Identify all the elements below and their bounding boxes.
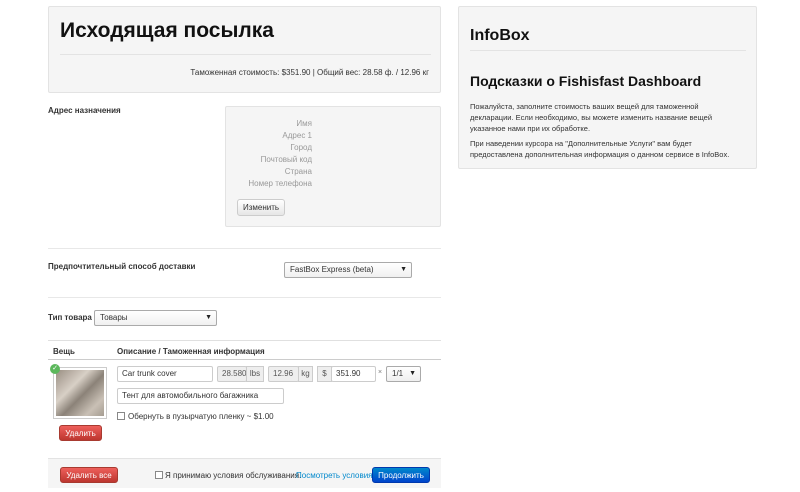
chevron-down-icon: ▼ — [205, 314, 212, 321]
product-type-value: Товары — [100, 313, 128, 322]
view-terms-link[interactable]: Посмотреть условия — [296, 471, 373, 480]
delete-item-button[interactable]: Удалить — [59, 425, 102, 441]
terms-checkbox[interactable] — [155, 471, 163, 479]
infobox-subtitle: Подсказки о Fishisfast Dashboard — [470, 73, 702, 89]
item-thumbnail[interactable] — [53, 367, 107, 419]
item-photo — [56, 370, 104, 416]
shipping-method-label: Предпочтительный способ доставки — [48, 262, 196, 271]
customs-summary: Таможенная стоимость: $351.90 | Общий ве… — [190, 68, 429, 77]
lbs-unit-addon: lbs — [246, 366, 264, 382]
infobox-panel: InfoBox Подсказки о Fishisfast Dashboard… — [458, 6, 757, 169]
destination-address-label: Адрес назначения — [48, 106, 121, 115]
infobox-divider — [470, 50, 746, 51]
terms-label[interactable]: Я принимаю условия обслуживания. — [165, 471, 301, 480]
shipment-header-panel: Исходящая посылка Таможенная стоимость: … — [48, 6, 441, 93]
item-price-input[interactable]: 351.90 — [331, 366, 376, 382]
delete-all-button[interactable]: Удалить все — [60, 467, 118, 483]
bubble-wrap-checkbox[interactable] — [117, 412, 125, 420]
change-address-button[interactable]: Изменить — [237, 199, 285, 216]
table-top-border — [48, 340, 441, 341]
table-header-divider — [48, 359, 441, 360]
infobox-title: InfoBox — [470, 27, 530, 44]
address-phone: Номер телефона — [248, 179, 312, 188]
column-header-item: Вещь — [53, 347, 75, 356]
infobox-text-2: При наведении курсора на "Дополнительные… — [470, 139, 730, 159]
chevron-down-icon: ▼ — [409, 370, 416, 377]
action-footer: Удалить все Я принимаю условия обслужива… — [48, 458, 441, 488]
weight-kg-field: 12.96 — [268, 366, 299, 382]
quantity-select[interactable]: 1/1 ▼ — [386, 366, 421, 382]
product-type-label: Тип товара — [48, 313, 92, 322]
column-header-description: Описание / Таможенная информация — [117, 347, 265, 356]
address-city: Город — [290, 143, 312, 152]
page-title: Исходящая посылка — [60, 19, 274, 42]
continue-button[interactable]: Продолжить — [372, 467, 430, 483]
header-divider — [60, 54, 431, 55]
quantity-value: 1/1 — [392, 369, 404, 378]
infobox-text-1: Пожалуйста, заполните стоимость ваших ве… — [470, 102, 713, 133]
section-divider — [48, 297, 441, 298]
address-box: Имя Адрес 1 Город Почтовый код Страна Но… — [225, 106, 441, 227]
item-description-input[interactable]: Car trunk cover — [117, 366, 213, 382]
multiply-sign: × — [378, 369, 383, 376]
address-country: Страна — [284, 167, 312, 176]
item-description-ru-input[interactable]: Тент для автомобильного багажника — [117, 388, 284, 404]
chevron-down-icon: ▼ — [400, 266, 407, 273]
weight-lbs-field: 28.580 — [217, 366, 247, 382]
currency-addon: $ — [317, 366, 332, 382]
check-circle-icon: ✓ — [50, 364, 60, 374]
section-divider — [48, 248, 441, 249]
address-line-1: Адрес 1 — [282, 131, 312, 140]
shipping-method-select[interactable]: FastBox Express (beta) ▼ — [284, 262, 412, 278]
kg-unit-addon: kg — [298, 366, 313, 382]
bubble-wrap-label[interactable]: Обернуть в пузырчатую пленку ~ $1.00 — [128, 412, 274, 421]
address-postal-code: Почтовый код — [260, 155, 312, 164]
address-name: Имя — [296, 119, 312, 128]
shipping-method-value: FastBox Express (beta) — [290, 265, 374, 274]
product-type-select[interactable]: Товары ▼ — [94, 310, 217, 326]
